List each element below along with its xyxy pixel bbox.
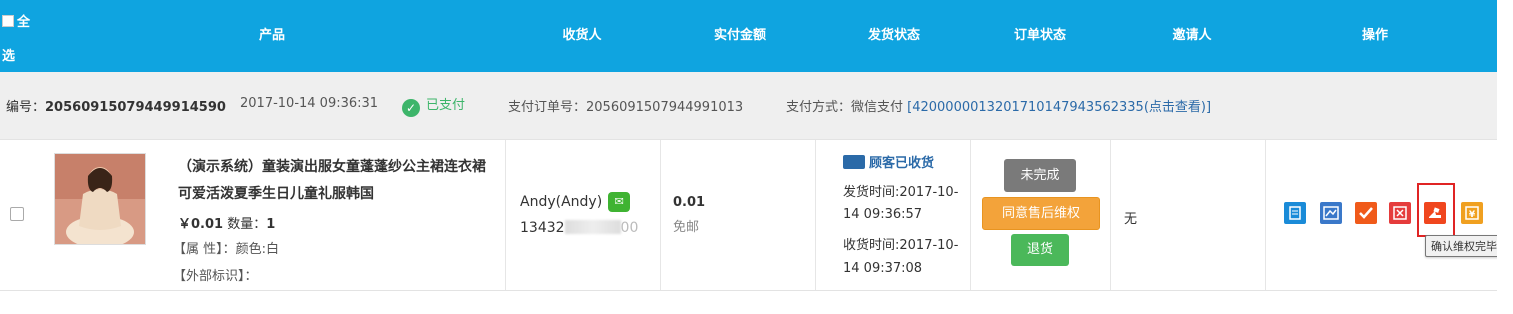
action-tooltip: 确认维权完毕 xyxy=(1425,235,1503,257)
receive-time: 收货时间:2017-10- xyxy=(843,238,959,253)
table-row: （演示系统）童装演出服女童蓬蓬纱公主裙连衣裙可爱活泼夏季生日儿童礼服韩国 ￥0.… xyxy=(0,140,1497,291)
product-title[interactable]: （演示系统）童装演出服女童蓬蓬纱公主裙连衣裙可爱活泼夏季生日儿童礼服韩国 xyxy=(178,154,498,208)
delivery-status: 顾客已收货 xyxy=(843,152,934,171)
order-info-bar: 编号：20560915079449914590 2017-10-14 09:36… xyxy=(0,72,1497,140)
col-order-status: 订单状态 xyxy=(1013,28,1066,43)
inviter-value: 无 xyxy=(1124,212,1138,227)
highlight-box xyxy=(1417,183,1455,237)
table-header: 全选 产品 收货人 实付金额 发货状态 订单状态 邀请人 操作 xyxy=(0,0,1497,72)
col-amount: 实付金额 xyxy=(713,28,766,43)
cancel-icon[interactable] xyxy=(1389,202,1411,224)
ship-time-tail: 14 09:36:57 xyxy=(843,207,923,222)
page-scrollbar[interactable] xyxy=(1497,0,1513,314)
product-thumbnail[interactable] xyxy=(54,153,146,245)
agree-rights-button[interactable]: 同意售后维权 xyxy=(982,197,1100,230)
wechat-icon: ✉ xyxy=(608,192,631,212)
refund-icon[interactable]: ¥ xyxy=(1461,202,1483,224)
product-attributes: 【属 性】：颜色:白 xyxy=(173,242,280,257)
svg-text:¥: ¥ xyxy=(1469,210,1476,220)
row-checkbox[interactable] xyxy=(10,207,24,221)
col-product: 产品 xyxy=(258,28,285,43)
paid-amount: 0.01 xyxy=(673,195,706,210)
receive-time-tail: 14 09:37:08 xyxy=(843,261,923,276)
shipping-fee: 免邮 xyxy=(673,220,700,235)
check-icon[interactable] xyxy=(1355,202,1377,224)
order-datetime: 2017-10-14 09:36:31 xyxy=(240,96,379,111)
payment-order: 支付订单号：2056091507944991013 xyxy=(508,100,744,115)
incomplete-status-badge: 未完成 xyxy=(1004,159,1076,192)
transaction-link[interactable]: [4200000013201710147943562335(点击查看)] xyxy=(907,100,1211,115)
ship-time: 发货时间:2017-10- xyxy=(843,185,959,200)
edit-icon[interactable] xyxy=(1284,202,1306,224)
order-number: 编号：20560915079449914590 xyxy=(6,100,226,115)
col-receiver: 收货人 xyxy=(562,28,602,43)
phone-mask xyxy=(564,220,621,234)
product-external-id: 【外部标识】： xyxy=(173,269,258,284)
col-ship-status: 发货状态 xyxy=(867,28,920,43)
truck-icon xyxy=(843,155,865,169)
return-button[interactable]: 退货 xyxy=(1011,234,1069,266)
col-actions: 操作 xyxy=(1361,28,1388,43)
col-inviter: 邀请人 xyxy=(1172,28,1212,43)
select-all[interactable]: 全选 xyxy=(2,6,40,74)
check-circle-icon: ✓ xyxy=(402,99,420,117)
paid-status: ✓ 已支付 xyxy=(402,94,465,117)
signature-icon[interactable] xyxy=(1320,202,1342,224)
product-price: ￥0.01 数量：1 xyxy=(178,217,276,232)
payment-method: 支付方式：微信支付 [4200000013201710147943562335(… xyxy=(786,100,1212,115)
buyer-phone: 13432 00 xyxy=(520,220,639,236)
buyer-name: Andy(Andy) ✉ xyxy=(520,192,631,212)
select-all-checkbox[interactable] xyxy=(2,15,14,27)
